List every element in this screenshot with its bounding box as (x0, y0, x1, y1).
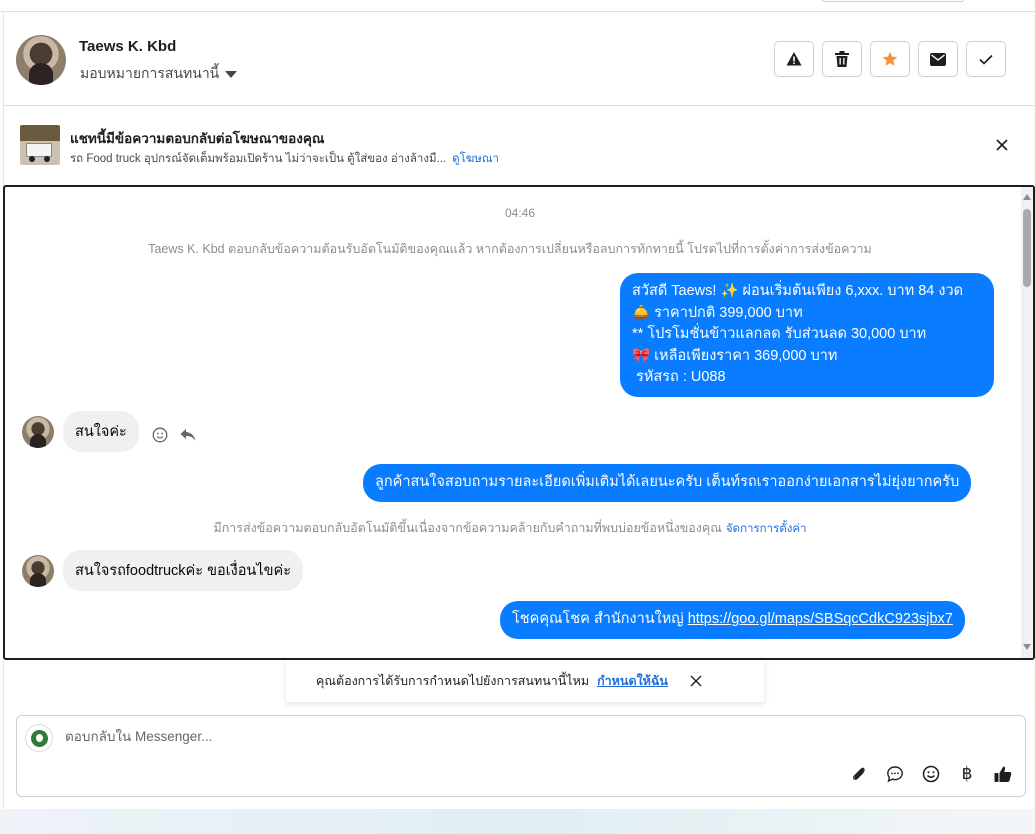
reply-icon (180, 429, 196, 441)
send-like-button[interactable] (993, 764, 1013, 784)
delete-button[interactable] (822, 41, 862, 77)
baht-icon: ฿ (961, 764, 973, 783)
contact-avatar[interactable] (16, 35, 66, 85)
mark-done-button[interactable] (966, 41, 1006, 77)
greeting-line: 🛎️ ราคาปกติ 399,000 บาท (632, 304, 803, 321)
contact-name[interactable]: Taews K. Kbd (79, 38, 176, 55)
greeting-line: ** โปรโมชั่นข้าวแลกลด รับส่วนลด 30,000 บ… (632, 326, 927, 342)
greeting-line: 🎀 เหลือเพียงราคา 369,000 บาท (632, 347, 838, 364)
top-search-fragment[interactable] (821, 0, 965, 2)
location-message-bubble[interactable]: โชคคุณโชค สำนักงานใหญ่ https://goo.gl/ma… (500, 601, 965, 639)
customer-message-bubble[interactable]: สนใจค่ะ (63, 411, 139, 452)
ad-thumbnail[interactable] (20, 125, 60, 165)
greeting-line: รหัสรถ : U088 (632, 369, 726, 385)
ad-banner-description: รถ Food truck อุปกรณ์จัดเต็มพร้อมเปิดร้า… (70, 150, 499, 168)
emoji-button[interactable] (921, 764, 941, 784)
assign-conversation-dropdown[interactable]: มอบหมายการสนทนานี้ (80, 63, 238, 85)
assign-label: มอบหมายการสนทนานี้ (80, 65, 220, 81)
attach-button[interactable] (849, 764, 869, 784)
thread-scrollbar[interactable] (1021, 187, 1033, 658)
auto-reply-note: Taews K. Kbd ตอบกลับข้อความต้อนรับอัตโนม… (148, 242, 872, 256)
emoji-icon (152, 427, 168, 443)
composer-tools: ฿ (849, 764, 1013, 784)
dismiss-prompt-button[interactable] (688, 673, 704, 689)
assign-to-me-prompt: คุณต้องการได้รับการกำหนดไปยังการสนทนานี้… (286, 660, 764, 702)
ad-reply-banner: แชทนี้มีข้อความตอบกลับต่อโฆษณาของคุณ รถ … (4, 107, 1035, 185)
thumbs-up-icon (994, 766, 1012, 782)
star-button[interactable] (870, 41, 910, 77)
react-button[interactable] (151, 426, 169, 444)
conversation-header: Taews K. Kbd มอบหมายการสนทนานี้ (4, 13, 1035, 106)
page-avatar (25, 724, 53, 752)
assign-to-me-link[interactable]: กำหนดให้ฉัน (597, 671, 668, 691)
payment-button[interactable]: ฿ (957, 764, 977, 784)
faq-auto-reply-note: มีการส่งข้อความตอบกลับอัตโนมัติขึ้นเนื่อ… (5, 518, 1015, 538)
reply-message-bubble[interactable]: ลูกค้าสนใจสอบถามรายละเอียดเพิ่มเติมได้เล… (363, 464, 972, 502)
scroll-thumb[interactable] (1023, 209, 1031, 287)
trash-icon (835, 51, 849, 67)
location-text: โชคคุณโชค สำนักงานใหญ่ (512, 611, 688, 627)
emoji-icon (922, 765, 940, 783)
reply-button[interactable] (179, 426, 197, 444)
faq-note-text: มีการส่งข้อความตอบกลับอัตโนมัติขึ้นเนื่อ… (213, 521, 722, 535)
header-actions (774, 41, 1006, 77)
greeting-message-bubble[interactable]: สวัสดี Taews! ✨ ผ่อนเริ่มต้นเพียง 6,xxx.… (620, 273, 994, 397)
scroll-down-arrow[interactable] (1023, 644, 1031, 650)
ad-banner-title: แชทนี้มีข้อความตอบกลับต่อโฆษณาของคุณ (70, 131, 325, 146)
ad-description-text: รถ Food truck อุปกรณ์จัดเต็มพร้อมเปิดร้า… (70, 153, 447, 165)
manage-settings-link[interactable]: จัดการการตั้งค่า (726, 523, 807, 535)
reply-input[interactable] (65, 729, 965, 744)
star-icon (882, 51, 898, 66)
scroll-up-arrow[interactable] (1023, 194, 1031, 200)
greeting-line: สวัสดี Taews! ✨ ผ่อนเริ่มต้นเพียง 6,xxx.… (632, 283, 964, 299)
check-icon (979, 54, 993, 65)
bottom-background (0, 809, 1035, 834)
close-icon (690, 675, 702, 687)
message-composer: ฿ (16, 715, 1026, 797)
message-tools (151, 426, 197, 444)
close-icon (996, 139, 1008, 151)
assign-prompt-text: คุณต้องการได้รับการกำหนดไปยังการสนทนานี้… (316, 674, 590, 688)
message-timestamp: 04:46 (504, 206, 536, 220)
warning-icon (786, 52, 802, 66)
customer-message-bubble[interactable]: สนใจรถfoodtruckค่ะ ขอเงื่อนไขค่ะ (63, 550, 304, 591)
food-truck-image (26, 143, 52, 157)
saved-replies-button[interactable] (885, 764, 905, 784)
close-banner-button[interactable] (992, 135, 1012, 155)
message-thread[interactable]: 04:46 Taews K. Kbd ตอบกลับข้อความต้อนรับ… (3, 185, 1035, 660)
chat-bubble-icon (887, 766, 903, 783)
customer-avatar[interactable] (22, 555, 54, 587)
chevron-down-icon (225, 70, 238, 78)
customer-avatar[interactable] (22, 416, 54, 448)
mark-unread-button[interactable] (918, 41, 958, 77)
view-ad-link[interactable]: ดูโฆษณา (452, 153, 499, 165)
map-link[interactable]: https://goo.gl/maps/SBSqcCdkC923sjbx7 (688, 611, 953, 627)
envelope-icon (930, 52, 946, 66)
report-spam-button[interactable] (774, 41, 814, 77)
paperclip-icon (853, 767, 865, 780)
top-strip (0, 0, 1035, 12)
